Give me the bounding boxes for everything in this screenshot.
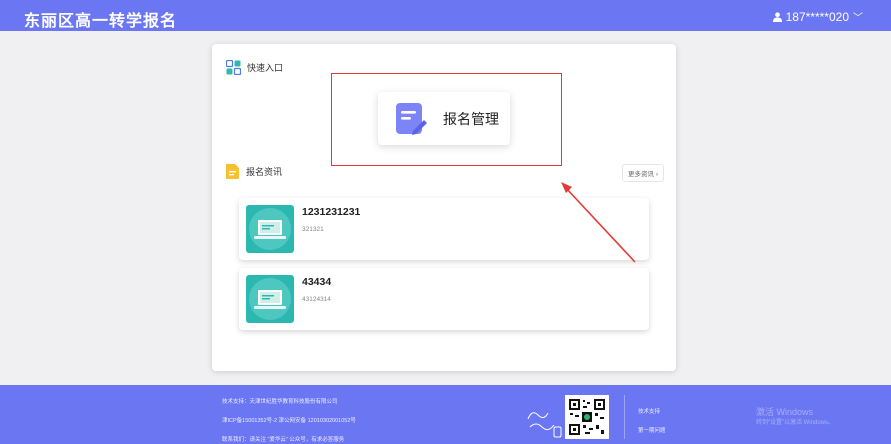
chevron-right-icon: › xyxy=(655,171,658,178)
footer-contact-text: 联系我们：请关注 “爱华云” 公众号，有求必答服务 xyxy=(222,437,345,443)
footer-support-text: 技术支持：天津世纪胜华教育科技股份有限公司 xyxy=(222,399,338,405)
chevron-down-icon: ﹀ xyxy=(853,13,863,24)
news-item-title: 1231231231 xyxy=(302,206,361,218)
quick-entry-header: 快速入口 xyxy=(226,60,283,75)
footer-link-faq[interactable]: 第一期问题 xyxy=(638,426,666,434)
news-thumbnail xyxy=(246,275,294,323)
qr-code xyxy=(565,395,609,439)
laptop-illustration-icon xyxy=(249,278,291,320)
quick-entry-title: 快速入口 xyxy=(247,63,284,73)
top-header: 东丽区高一转学报名 187*****020 ﹀ xyxy=(0,0,891,31)
user-phone: 187*****020 xyxy=(785,9,849,24)
windows-activation-hint: 转到“设置”以激活 Windows。 xyxy=(756,420,835,426)
footer-link-support[interactable]: 技术支持 xyxy=(638,407,660,415)
footer: 技术支持：天津世纪胜华教育科技股份有限公司 津ICP备15001352号-2 津… xyxy=(0,385,891,444)
app-title: 东丽区高一转学报名 xyxy=(24,13,178,30)
laptop-illustration-icon xyxy=(249,208,291,250)
more-news-button[interactable]: 更多资讯 › xyxy=(622,164,664,182)
news-item-title: 43434 xyxy=(302,276,332,288)
news-title: 报名资讯 xyxy=(246,167,283,177)
news-header: 报名资讯 xyxy=(226,164,282,179)
news-item-subtitle: 43124314 xyxy=(302,296,331,303)
highlight-annotation-box xyxy=(331,73,562,166)
news-list-item[interactable]: 43434 43124314 xyxy=(239,268,649,330)
footer-icp-text: 津ICP备15001352号-2 津公网安备 12010302001052号 xyxy=(222,418,356,424)
user-icon xyxy=(772,11,782,22)
document-icon xyxy=(226,164,239,179)
news-list-item[interactable]: 1231231231 321321 xyxy=(239,198,649,260)
footer-divider xyxy=(624,395,625,439)
news-item-subtitle: 321321 xyxy=(302,226,324,233)
user-menu[interactable]: 187*****020 ﹀ xyxy=(772,9,863,24)
handwriting-scan-icon xyxy=(527,412,562,438)
news-thumbnail xyxy=(246,205,294,253)
more-news-label: 更多资讯 xyxy=(628,171,655,178)
grid-apps-icon xyxy=(226,60,241,75)
main-card: 快速入口 报名管理 报名资讯 更多资讯 › 1231231231 321321 … xyxy=(212,44,676,371)
